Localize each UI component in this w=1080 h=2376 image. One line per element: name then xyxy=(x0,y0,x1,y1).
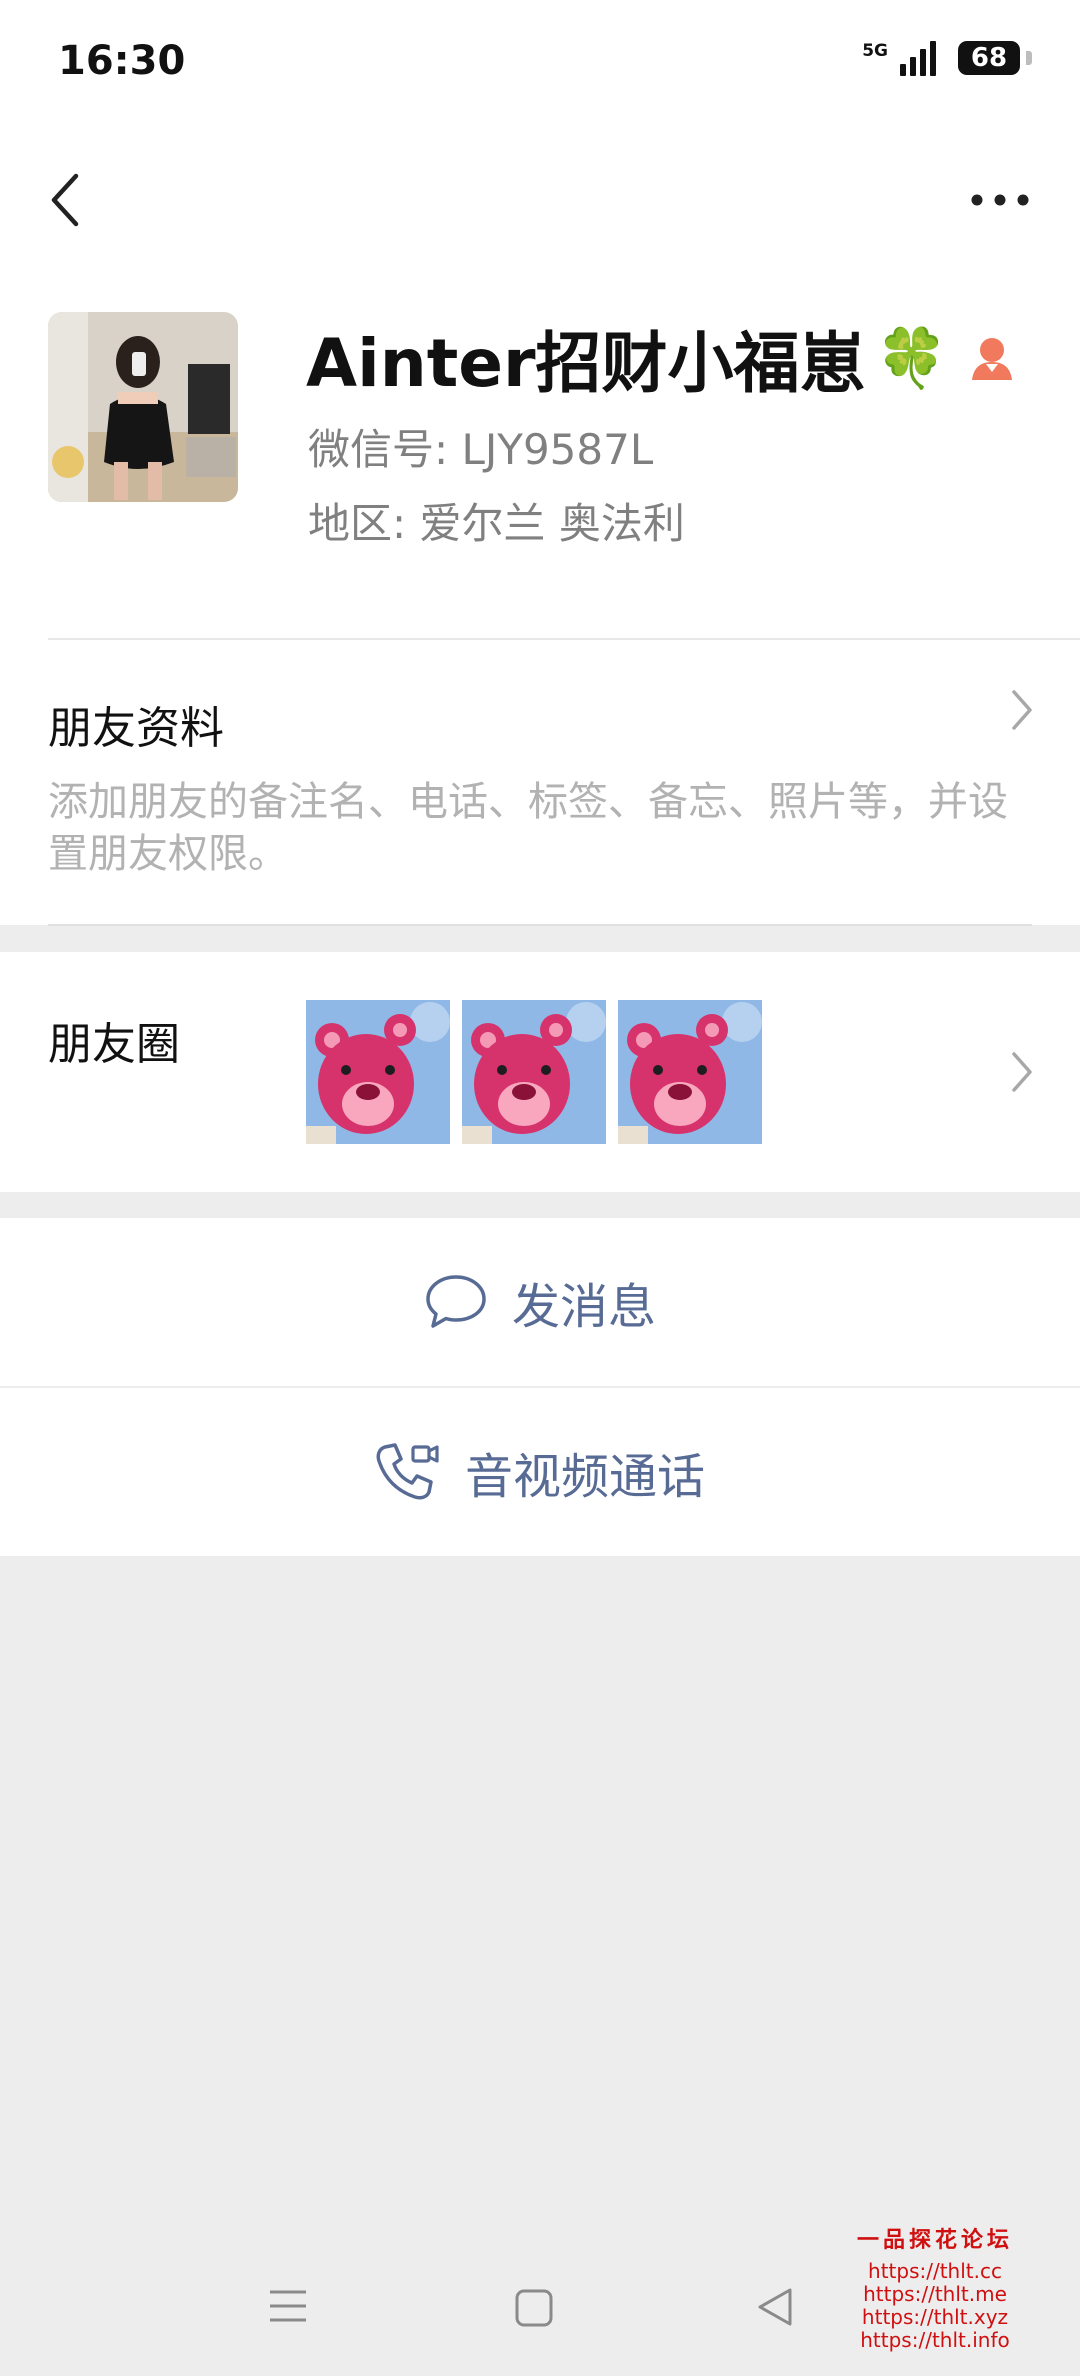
status-bar: 16:30 5G 68 xyxy=(0,0,1080,130)
send-message-label: 发消息 xyxy=(511,1279,656,1335)
status-indicators: 5G 68 xyxy=(862,40,1032,76)
system-back-button[interactable] xyxy=(756,2286,794,2328)
watermark-link: https://thlt.me xyxy=(863,2282,1007,2306)
home-button[interactable] xyxy=(514,2288,554,2328)
friend-info-row[interactable]: 朋友资料 添加朋友的备注名、电话、标签、备忘、照片等，并设置朋友权限。 xyxy=(0,640,1080,926)
av-call-label: 音视频通话 xyxy=(464,1449,705,1505)
nav-bar xyxy=(0,130,1080,270)
chevron-right-icon xyxy=(1012,1052,1032,1092)
signal-icon xyxy=(900,40,936,76)
region: 地区: 爱尔兰 奥法利 xyxy=(308,499,685,548)
watermark-link: https://thlt.info xyxy=(860,2328,1010,2352)
more-dots-icon xyxy=(971,194,1029,206)
back-button[interactable] xyxy=(36,160,96,240)
moments-title: 朋友圈 xyxy=(48,1019,180,1070)
moments-photo xyxy=(306,1000,450,1144)
forum-watermark: 一品探花论坛 https://thlt.cc https://thlt.me h… xyxy=(850,2222,1020,2352)
divider xyxy=(48,924,1032,926)
clover-emoji: 🍀 xyxy=(875,323,948,392)
phone-video-icon xyxy=(376,1443,439,1500)
moments-thumbnails xyxy=(306,1000,762,1144)
avatar[interactable] xyxy=(48,312,238,502)
battery-level: 68 xyxy=(970,43,1008,73)
send-message-button[interactable]: 发消息 xyxy=(0,1218,1080,1386)
wechat-id: 微信号: LJY9587L xyxy=(308,425,654,474)
avatar-photo xyxy=(48,312,238,502)
status-time: 16:30 xyxy=(58,38,186,84)
profile-header: Ainter招财小福崽 🍀 微信号: LJY9587L 地区: 爱尔兰 奥法利 xyxy=(0,270,1080,640)
back-arrow-icon xyxy=(51,173,79,227)
moments-photo xyxy=(462,1000,606,1144)
chat-bubble-icon xyxy=(426,1275,486,1328)
moments-photo xyxy=(618,1000,762,1144)
nickname: Ainter招财小福崽 xyxy=(306,325,866,402)
chevron-right-icon xyxy=(1012,690,1032,730)
battery-icon: 68 xyxy=(958,41,1032,75)
network-type: 5G xyxy=(862,40,888,61)
more-options-button[interactable] xyxy=(960,160,1040,240)
name-row: Ainter招财小福崽 🍀 xyxy=(306,310,1018,406)
female-gender-icon xyxy=(971,338,1012,380)
watermark-link: https://thlt.xyz xyxy=(861,2305,1009,2329)
watermark-title: 一品探花论坛 xyxy=(856,2227,1013,2253)
av-call-button[interactable]: 音视频通话 xyxy=(0,1386,1080,1556)
friend-info-title: 朋友资料 xyxy=(48,703,224,754)
moments-row[interactable]: 朋友圈 xyxy=(0,952,1080,1192)
friend-info-description: 添加朋友的备注名、电话、标签、备忘、照片等，并设置朋友权限。 xyxy=(48,779,1008,877)
watermark-link: https://thlt.cc xyxy=(868,2259,1002,2283)
recent-apps-button[interactable] xyxy=(268,2288,308,2324)
